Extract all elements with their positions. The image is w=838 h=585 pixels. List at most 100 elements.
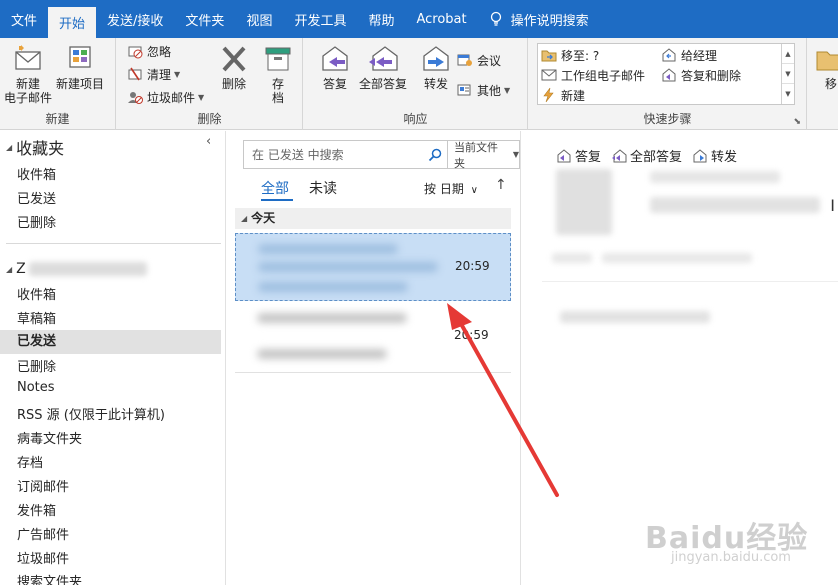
cleanup-button[interactable]: 清理 ▼ xyxy=(127,64,180,84)
group-header-today[interactable]: ◢ 今天 xyxy=(235,208,511,229)
message-item[interactable]: 20:59 xyxy=(235,233,511,301)
tab-help[interactable]: 帮助 xyxy=(357,0,405,38)
meeting-icon xyxy=(457,54,472,66)
search-scope-dropdown[interactable]: 当前文件夹 ▼ xyxy=(447,141,519,170)
reading-reply-button[interactable]: 答复 xyxy=(556,146,601,165)
reading-pane-edge-marker: I xyxy=(830,196,835,215)
forward-button[interactable]: 转发 xyxy=(420,44,452,91)
more-respond-label: 其他 xyxy=(477,83,502,98)
folder-deleted[interactable]: 已删除 xyxy=(17,356,56,375)
quickstep-reply-delete-label: 答复和删除 xyxy=(681,68,742,83)
folder-outbox[interactable]: 发件箱 xyxy=(17,500,56,519)
collapse-triangle-icon[interactable]: ◢ xyxy=(6,265,12,274)
tab-file[interactable]: 文件 xyxy=(0,0,48,38)
move-icon xyxy=(816,51,838,71)
reading-reply-all-button[interactable]: 全部答复 xyxy=(611,146,682,165)
junk-button[interactable]: 垃圾邮件 ▼ xyxy=(127,87,204,107)
archive-button[interactable]: 存 档 xyxy=(262,44,294,105)
sort-direction-icon[interactable]: ↑ xyxy=(495,177,507,193)
collapse-triangle-icon[interactable]: ◢ xyxy=(241,208,247,229)
expand-gallery-icon[interactable]: ▼ xyxy=(782,84,794,104)
chevron-down-icon: ▼ xyxy=(198,92,205,102)
quickstep-to-manager[interactable]: 给经理 xyxy=(661,45,717,65)
quickstep-new[interactable]: 新建 xyxy=(541,85,585,105)
reply-icon xyxy=(557,148,571,162)
folder-move-icon xyxy=(541,50,557,62)
folder-notes[interactable]: Notes xyxy=(17,380,55,395)
folder-archive[interactable]: 存档 xyxy=(17,452,43,471)
quickstep-to-manager-label: 给经理 xyxy=(681,48,718,63)
scroll-up-icon[interactable]: ▲ xyxy=(782,44,794,64)
favorite-inbox[interactable]: 收件箱 xyxy=(17,164,56,183)
favorite-sent[interactable]: 已发送 xyxy=(17,188,56,207)
quicksteps-gallery: 移至: ? 工作组电子邮件 新建 给经理 答复和删除 ▲ ▼ ▼ xyxy=(537,43,795,105)
lightning-icon xyxy=(543,87,554,103)
reply-all-icon xyxy=(369,46,398,71)
tab-folder[interactable]: 文件夹 xyxy=(174,0,235,38)
cleanup-icon xyxy=(128,67,142,81)
folder-junk[interactable]: 垃圾邮件 xyxy=(17,548,69,567)
tell-me-label: 操作说明搜索 xyxy=(510,13,589,29)
archive-label: 存 档 xyxy=(271,77,284,105)
filter-all-underline xyxy=(261,199,293,201)
filter-all-tab[interactable]: 全部 xyxy=(261,178,289,198)
delete-label: 删除 xyxy=(221,77,246,91)
reading-forward-button[interactable]: 转发 xyxy=(692,146,737,165)
folder-search[interactable]: 搜索文件夹 xyxy=(17,571,82,585)
folder-rss[interactable]: RSS 源 (仅限于此计算机) xyxy=(17,404,165,423)
search-input[interactable] xyxy=(244,141,422,168)
tab-send-receive[interactable]: 发送/接收 xyxy=(96,0,174,38)
reply-button[interactable]: 答复 xyxy=(319,44,351,91)
collapse-triangle-icon[interactable]: ◢ xyxy=(6,143,12,152)
message-time: 20:59 xyxy=(455,259,490,273)
message-item[interactable]: 20:59 xyxy=(235,303,511,371)
folder-ads[interactable]: 广告邮件 xyxy=(17,524,69,543)
reply-all-label: 全部答复 xyxy=(359,77,408,91)
quickstep-move-to-label: 移至: ? xyxy=(561,48,600,63)
ribbon-group-respond: 答复 全部答复 转发 会议 其他 ▼ 响应 xyxy=(304,38,528,130)
meeting-button[interactable]: 会议 xyxy=(457,50,501,70)
quickstep-new-label: 新建 xyxy=(561,88,586,103)
archive-icon xyxy=(265,47,291,71)
collapse-pane-icon[interactable]: ‹ xyxy=(206,134,211,149)
forward-icon xyxy=(423,46,449,71)
filter-unread-tab[interactable]: 未读 xyxy=(309,178,337,198)
tab-view[interactable]: 视图 xyxy=(235,0,283,38)
tab-acrobat[interactable]: Acrobat xyxy=(405,0,477,38)
ignore-button[interactable]: 忽略 xyxy=(127,41,171,61)
reading-reply-label: 答复 xyxy=(575,150,602,165)
folder-inbox[interactable]: 收件箱 xyxy=(17,284,56,303)
delete-button[interactable]: 删除 xyxy=(218,44,250,91)
message-body-redacted xyxy=(560,311,710,323)
folder-pane: ◢ 收藏夹 ‹ 收件箱 已发送 已删除 ◢ Z 收件箱 草稿箱 已发送 已删除 … xyxy=(0,131,226,585)
folder-subscriptions[interactable]: 订阅邮件 xyxy=(17,476,69,495)
new-email-button[interactable]: 新建 电子邮件 xyxy=(4,44,52,105)
quicksteps-scrollbar[interactable]: ▲ ▼ ▼ xyxy=(781,44,794,104)
folder-virus[interactable]: 病毒文件夹 xyxy=(17,428,82,447)
meeting-label: 会议 xyxy=(477,53,502,68)
reply-all-button[interactable]: 全部答复 xyxy=(359,44,407,91)
tab-developer[interactable]: 开发工具 xyxy=(283,0,357,38)
favorites-header[interactable]: ◢ 收藏夹 xyxy=(6,135,64,159)
new-items-button[interactable]: 新建项目 xyxy=(56,44,104,91)
cleanup-label: 清理 xyxy=(147,67,172,82)
folder-sent[interactable]: 已发送 xyxy=(0,330,221,354)
sort-dropdown[interactable]: 按 日期 ∨ xyxy=(424,180,478,197)
move-button[interactable]: 移 xyxy=(815,44,838,91)
quickstep-move-to[interactable]: 移至: ? xyxy=(541,45,599,65)
message-subject-redacted xyxy=(258,262,438,272)
quickstep-team-email[interactable]: 工作组电子邮件 xyxy=(541,65,645,85)
chevron-down-icon: ▼ xyxy=(504,85,511,95)
dialog-launcher-icon[interactable]: ⬊ xyxy=(793,117,801,127)
quickstep-reply-delete[interactable]: 答复和删除 xyxy=(661,65,741,85)
tab-home[interactable]: 开始 xyxy=(48,7,97,38)
favorite-deleted[interactable]: 已删除 xyxy=(17,212,56,231)
account-header[interactable]: ◢ Z xyxy=(6,261,147,277)
scroll-down-icon[interactable]: ▼ xyxy=(782,64,794,84)
search-icon[interactable] xyxy=(422,141,447,168)
chevron-down-icon: ∨ xyxy=(470,185,478,196)
more-respond-button[interactable]: 其他 ▼ xyxy=(457,80,510,100)
ribbon-tab-strip: 文件 开始 发送/接收 文件夹 视图 开发工具 帮助 Acrobat 操作说明搜… xyxy=(0,0,838,38)
folder-drafts[interactable]: 草稿箱 xyxy=(17,308,56,327)
tell-me-search[interactable]: 操作说明搜索 xyxy=(478,0,600,38)
